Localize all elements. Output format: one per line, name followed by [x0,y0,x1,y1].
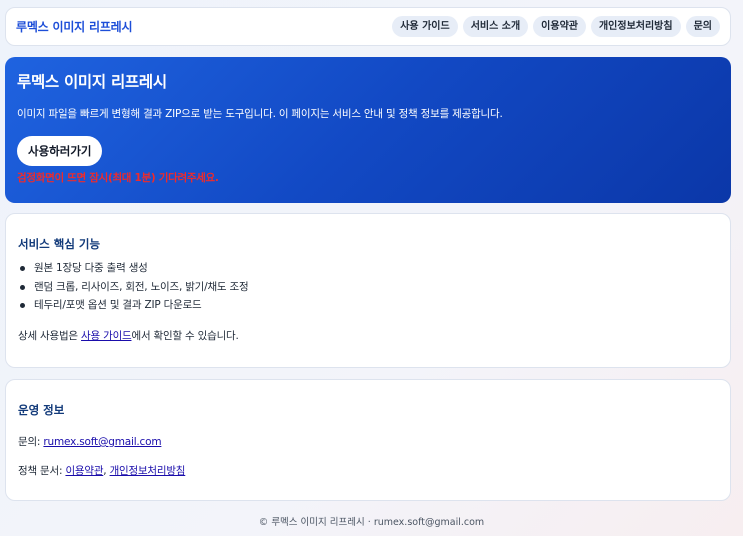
start-button[interactable]: 사용하러가기 [17,136,103,166]
black-screen-warning: 검정화면이 뜨면 잠시(최대 1분) 기다려주세요. [17,172,219,184]
guide-link[interactable]: 사용 가이드 [81,330,132,342]
features-section: 서비스 핵심 기능 원본 1장당 다중 출력 생성 랜덤 크롭, 리사이즈, 회… [5,213,731,368]
nav-contact[interactable]: 문의 [685,16,720,37]
list-item: 테두리/포맷 옵션 및 결과 ZIP 다운로드 [18,296,718,315]
top-nav: 사용 가이드 서비스 소개 이용약관 개인정보처리방침 문의 [392,16,720,37]
operation-info-section: 운영 정보 문의: rumex.soft@gmail.com 정책 문서: 이용… [5,379,731,501]
features-title: 서비스 핵심 기능 [18,237,101,251]
bullet-icon [20,266,25,271]
feature-list: 원본 1장당 다중 출력 생성 랜덤 크롭, 리사이즈, 회전, 노이즈, 밝기… [18,259,718,315]
site-header: 루멕스 이미지 리프레시 사용 가이드 서비스 소개 이용약관 개인정보처리방침… [5,7,731,46]
ops-title: 운영 정보 [18,403,65,417]
nav-privacy[interactable]: 개인정보처리방침 [590,16,681,37]
privacy-link[interactable]: 개인정보처리방침 [110,465,186,477]
bullet-icon [20,303,25,308]
bullet-icon [20,284,25,290]
feature-text: 원본 1장당 다중 출력 생성 [34,262,148,274]
nav-terms[interactable]: 이용약관 [533,16,586,37]
hero-description: 이미지 파일을 빠르게 변형해 결과 ZIP으로 받는 도구입니다. 이 페이지… [17,108,503,120]
feature-text: 랜덤 크롭, 리사이즈, 회전, 노이즈, 밝기/채도 조정 [34,280,249,293]
note-suffix: 에서 확인할 수 있습니다. [131,329,239,342]
guide-note: 상세 사용법은 사용 가이드에서 확인할 수 있습니다. [18,328,718,343]
contact-email-link[interactable]: rumex.soft@gmail.com [43,436,161,448]
list-item: 랜덤 크롭, 리사이즈, 회전, 노이즈, 밝기/채도 조정 [18,278,718,297]
contact-line: 문의: rumex.soft@gmail.com [18,434,718,449]
policy-label: 정책 문서: [18,465,66,477]
nav-guide[interactable]: 사용 가이드 [392,16,458,37]
nav-about[interactable]: 서비스 소개 [462,16,529,37]
policy-line: 정책 문서: 이용약관, 개인정보처리방침 [18,463,718,478]
brand-title[interactable]: 루멕스 이미지 리프레시 [16,18,133,35]
note-prefix: 상세 사용법은 [18,329,82,342]
contact-label: 문의: [18,436,44,448]
feature-text: 테두리/포맷 옵션 및 결과 ZIP 다운로드 [34,299,202,311]
list-item: 원본 1장당 다중 출력 생성 [18,259,718,278]
terms-link[interactable]: 이용약관 [65,465,103,477]
hero-title: 루멕스 이미지 리프레시 [17,73,167,91]
hero-section: 루멕스 이미지 리프레시 이미지 파일을 빠르게 변형해 결과 ZIP으로 받는… [5,57,731,203]
page-footer: © 루멕스 이미지 리프레시 · rumex.soft@gmail.com [258,517,485,528]
